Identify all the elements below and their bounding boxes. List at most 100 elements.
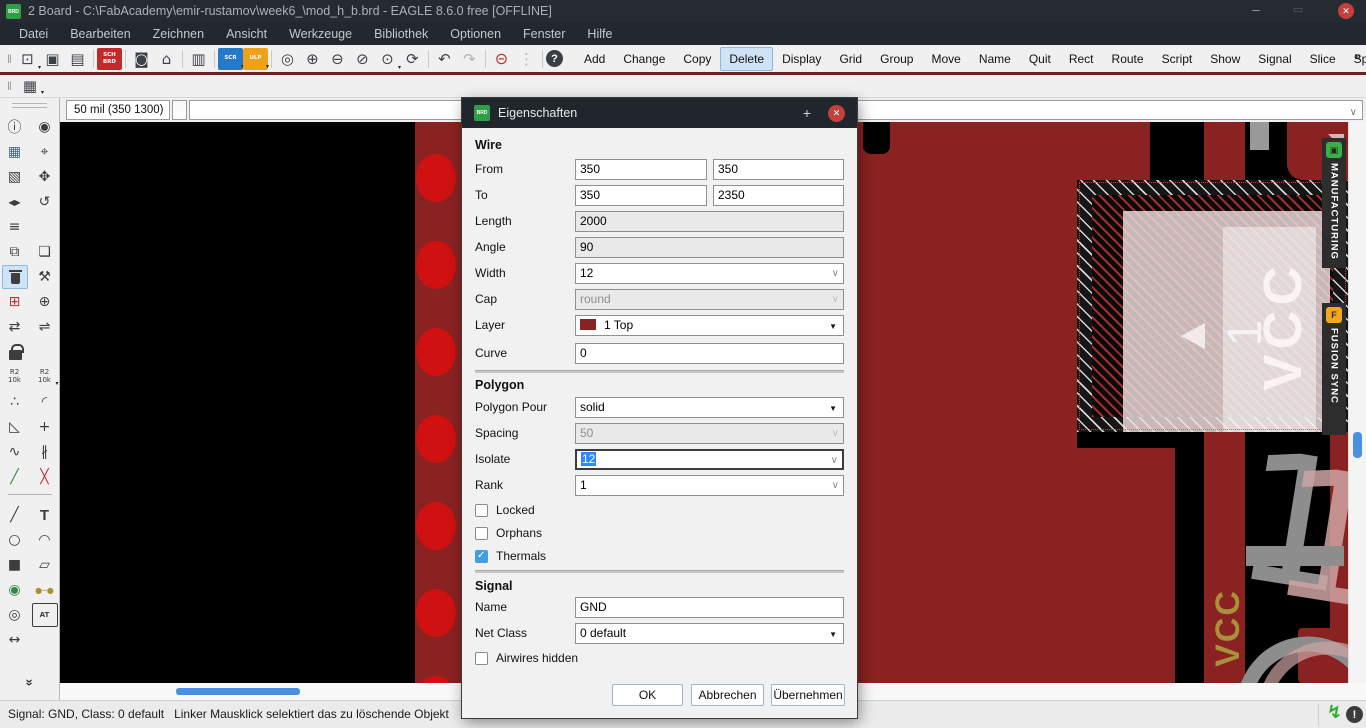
redo-icon[interactable]: ↷ xyxy=(457,48,482,70)
cmd-display[interactable]: Display xyxy=(773,47,830,71)
route-tool[interactable]: ╱ xyxy=(2,465,28,489)
rect-tool[interactable]: ■ xyxy=(2,553,28,577)
cmd-copy[interactable]: Copy xyxy=(674,47,720,71)
optimize-tool[interactable]: ∴ xyxy=(2,390,28,414)
tab-manufacturing[interactable]: ▣ MANUFACTURING xyxy=(1322,138,1346,268)
miter-round-tool[interactable]: ◜ xyxy=(32,390,58,414)
meander2-tool[interactable]: ↔ xyxy=(2,628,28,652)
script-scr-icon[interactable]: SCR▾ xyxy=(217,47,244,70)
wire-tool[interactable]: ╱ xyxy=(2,503,28,527)
hole-tool[interactable]: ◎ xyxy=(2,603,28,627)
alert-icon[interactable]: ! xyxy=(1346,706,1363,723)
attribute-tool[interactable]: AT xyxy=(31,603,58,627)
polygon-pour-combobox[interactable]: solid ▼ xyxy=(575,397,844,418)
dialog-pin-button[interactable]: + xyxy=(803,98,811,128)
smash-tool[interactable]: R2 10k ▾ xyxy=(32,365,58,389)
mark-origin-tool[interactable]: + xyxy=(32,415,58,439)
menu-bearbeiten[interactable]: Bearbeiten xyxy=(59,24,141,44)
cancel-button[interactable]: Abbrechen xyxy=(691,684,764,706)
cmd-script[interactable]: Script xyxy=(1153,47,1202,71)
cmd-rect[interactable]: Rect xyxy=(1060,47,1103,71)
redraw-icon[interactable]: ⟳ xyxy=(400,48,425,70)
from-y-field[interactable]: 350 xyxy=(713,159,844,180)
net-class-combobox[interactable]: 0 default ▼ xyxy=(575,623,844,644)
save-icon[interactable]: ▣ xyxy=(40,48,65,70)
cmd-show[interactable]: Show xyxy=(1201,47,1249,71)
info-tool[interactable]: ⓘ xyxy=(2,115,28,139)
cmd-quit[interactable]: Quit xyxy=(1020,47,1060,71)
paste-tool[interactable]: ❏ xyxy=(32,240,58,264)
pinswap-tool[interactable]: ⇄ xyxy=(2,315,28,339)
menu-werkzeuge[interactable]: Werkzeuge xyxy=(278,24,363,44)
vertical-scrollbar-thumb[interactable] xyxy=(1353,432,1362,458)
cmd-group[interactable]: Group xyxy=(871,47,922,71)
more-tools-button[interactable]: » xyxy=(22,679,37,686)
library-icon[interactable]: ▥ xyxy=(186,48,211,70)
maximize-button[interactable]: ▭ xyxy=(1288,0,1308,20)
arc-tool[interactable]: ◠ xyxy=(32,528,58,552)
rotate-tool[interactable]: ↺ xyxy=(32,190,58,214)
cmd-add[interactable]: Add xyxy=(575,47,614,71)
coordinate-splitter[interactable] xyxy=(172,100,187,120)
cmd-name[interactable]: Name xyxy=(970,47,1020,71)
from-x-field[interactable]: 350 xyxy=(575,159,707,180)
show-tool[interactable]: ◉ xyxy=(32,115,58,139)
toolbar-overflow-button[interactable]: » xyxy=(1354,49,1361,63)
close-button[interactable]: ✕ xyxy=(1338,3,1354,19)
help-icon[interactable]: ? xyxy=(545,50,563,67)
move-tool[interactable]: ✥ xyxy=(32,165,58,189)
menu-fenster[interactable]: Fenster xyxy=(512,24,576,44)
airwires-hidden-checkbox[interactable] xyxy=(475,651,488,665)
to-y-field[interactable]: 2350 xyxy=(713,185,844,206)
zoom-page-icon[interactable]: ⊘ xyxy=(350,48,375,70)
vertical-scrollbar[interactable] xyxy=(1348,122,1366,683)
tab-fusion-sync[interactable]: F FUSION SYNC xyxy=(1322,303,1346,435)
menu-datei[interactable]: Datei xyxy=(8,24,59,44)
stop-icon[interactable]: ⊝ xyxy=(489,48,514,70)
cmd-move[interactable]: Move xyxy=(922,47,969,71)
rank-combobox[interactable]: 1 ∨ xyxy=(575,475,844,496)
zoom-out-icon[interactable]: ⊖ xyxy=(325,48,350,70)
palette-drag-handle[interactable] xyxy=(12,103,47,108)
dialog-titlebar[interactable]: BRD Eigenschaften + ✕ xyxy=(462,98,857,128)
ok-button[interactable]: OK xyxy=(612,684,683,706)
text-tool[interactable]: T xyxy=(32,503,58,527)
align-tool[interactable]: ≡ xyxy=(2,215,28,239)
image-export-icon[interactable]: ◙ xyxy=(129,48,154,70)
ulp-icon[interactable]: ULP ▾ xyxy=(242,47,269,70)
print-icon[interactable]: ▤ xyxy=(65,48,90,70)
open-icon[interactable]: ⊡ ▾ xyxy=(15,48,41,71)
chevron-down-icon[interactable]: ∨ xyxy=(1350,103,1357,123)
width-combobox[interactable]: 12 ∨ xyxy=(575,263,844,284)
isolate-combobox[interactable]: 12 ∨ xyxy=(575,449,844,470)
mark-tool[interactable]: ⌖ xyxy=(32,140,58,164)
drc-power-icon[interactable]: ↯ xyxy=(1327,702,1342,723)
mirror-tool[interactable]: ◀▶ xyxy=(2,190,28,214)
split-tool[interactable]: ∦ xyxy=(32,440,58,464)
delete-tool[interactable] xyxy=(1,265,28,289)
copy-tool[interactable]: ⧉ xyxy=(2,240,28,264)
lock-tool[interactable] xyxy=(2,340,28,364)
dialog-close-button[interactable]: ✕ xyxy=(828,105,845,122)
cmd-delete[interactable]: Delete xyxy=(720,46,774,71)
menu-ansicht[interactable]: Ansicht xyxy=(215,24,278,44)
horizontal-scrollbar-thumb[interactable] xyxy=(176,688,300,695)
apply-button[interactable]: Übernehmen xyxy=(771,684,845,706)
via-tool[interactable]: ◉ xyxy=(2,578,28,602)
miter-flat-tool[interactable]: ◺ xyxy=(2,415,28,439)
to-x-field[interactable]: 350 xyxy=(575,185,707,206)
change-tool[interactable]: ⚒ xyxy=(32,265,58,289)
cmd-grid[interactable]: Grid xyxy=(830,47,871,71)
invoke-tool[interactable]: ⊕ xyxy=(32,290,58,314)
zoom-select-icon[interactable]: ⊙ ▾ xyxy=(375,48,401,71)
replace-tool[interactable]: ⇌ xyxy=(32,315,58,339)
menu-hilfe[interactable]: Hilfe xyxy=(576,24,623,44)
cmd-change[interactable]: Change xyxy=(614,47,674,71)
menu-optionen[interactable]: Optionen xyxy=(439,24,512,44)
orphans-checkbox[interactable] xyxy=(475,526,488,540)
menu-zeichnen[interactable]: Zeichnen xyxy=(142,24,215,44)
signal-name-field[interactable]: GND xyxy=(575,597,844,618)
cmd-signal[interactable]: Signal xyxy=(1249,47,1300,71)
menu-bibliothek[interactable]: Bibliothek xyxy=(363,24,439,44)
sch-brd-toggle-icon[interactable]: SCH BRD xyxy=(96,47,122,70)
